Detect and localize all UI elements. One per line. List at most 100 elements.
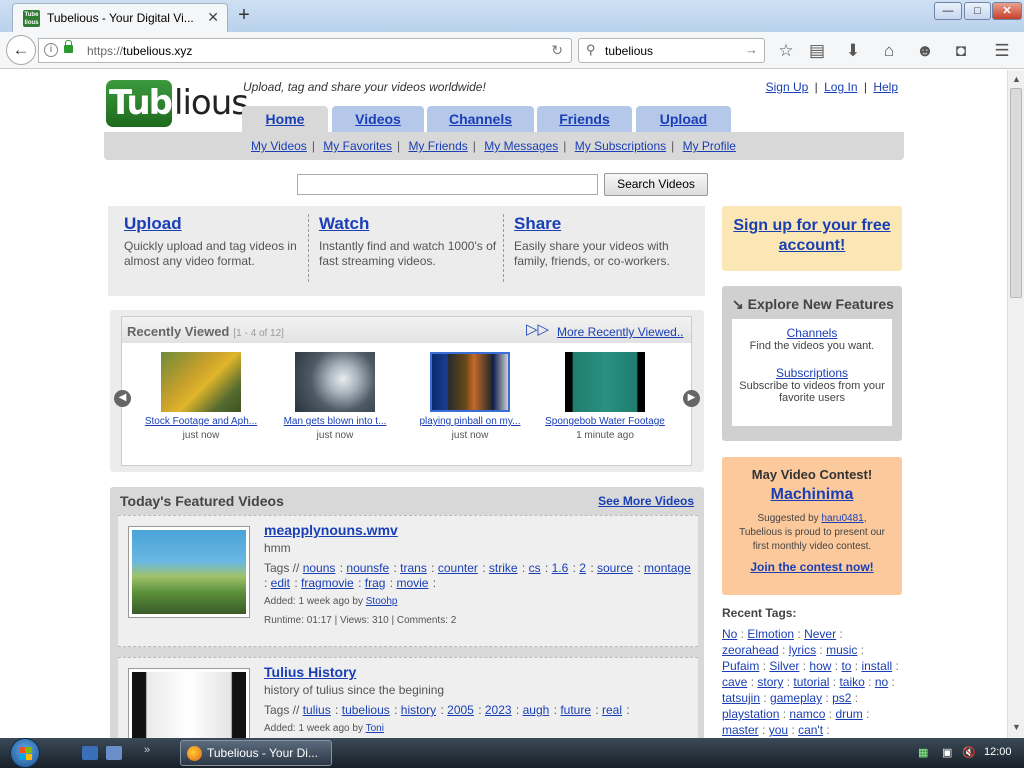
tab-videos[interactable]: Videos (332, 106, 424, 132)
tag-link[interactable]: lyrics (789, 643, 816, 657)
see-more-videos-link[interactable]: See More Videos (598, 494, 694, 508)
tag-link[interactable]: Never (804, 627, 836, 641)
browser-search-value[interactable]: tubelious (605, 44, 653, 58)
video-title-link[interactable]: meapplynouns.wmv (264, 522, 398, 538)
tab-home[interactable]: Home (242, 106, 328, 132)
tag-link[interactable]: tubelious (342, 703, 390, 717)
recent-item[interactable]: Spongebob Water Footage 1 minute ago (542, 352, 668, 441)
tag-link[interactable]: real (602, 703, 622, 717)
recent-item-title[interactable]: Spongebob Water Footage (542, 416, 668, 427)
video-thumbnail[interactable] (295, 352, 375, 412)
bookmarks-list-icon[interactable]: ▤ (806, 40, 828, 62)
tag-link[interactable]: history (401, 703, 436, 717)
tag-link[interactable]: namco (789, 707, 825, 721)
scrollbar-thumb[interactable] (1010, 88, 1022, 298)
tab-channels[interactable]: Channels (427, 106, 534, 132)
bookmark-star-icon[interactable]: ☆ (775, 40, 797, 62)
subnav-my-favorites[interactable]: My Favorites (323, 139, 392, 153)
tag-link[interactable]: counter (438, 561, 478, 575)
menu-hamburger-icon[interactable]: ☰ (991, 40, 1013, 62)
tag-link[interactable]: nounsfe (346, 561, 389, 575)
scroll-right-arrow-icon[interactable]: ▶ (683, 390, 700, 407)
tag-link[interactable]: No (722, 627, 737, 641)
browser-search-input[interactable]: ⚲ tubelious → (578, 38, 765, 63)
log-in-link[interactable]: Log In (824, 80, 857, 94)
tag-link[interactable]: you (769, 723, 788, 737)
chat-smiley-icon[interactable]: ☻ (914, 40, 936, 62)
tag-link[interactable]: to (841, 659, 851, 673)
tag-link[interactable]: master (722, 723, 759, 737)
tag-link[interactable]: zeorahead (722, 643, 779, 657)
tag-link[interactable]: Elmotion (747, 627, 794, 641)
video-thumbnail[interactable] (430, 352, 510, 412)
contest-name-link[interactable]: Machinima (771, 486, 854, 504)
tag-link[interactable]: augh (523, 703, 550, 717)
tag-link[interactable]: ps2 (832, 691, 851, 705)
intro-share-link[interactable]: Share (514, 214, 694, 234)
new-tab-button[interactable]: + (234, 4, 254, 27)
taskbar-firefox-window[interactable]: Tubelious - Your Di... (180, 740, 332, 766)
tray-window-icon[interactable]: ▣ (942, 746, 956, 760)
subnav-my-messages[interactable]: My Messages (484, 139, 558, 153)
start-button[interactable] (10, 738, 40, 768)
tag-link[interactable]: 2 (579, 561, 586, 575)
window-close-button[interactable]: ✕ (992, 2, 1022, 20)
volume-muted-icon[interactable]: 🔇 (962, 746, 976, 760)
video-thumbnail[interactable] (161, 352, 241, 412)
contest-user-link[interactable]: haru0481 (821, 513, 863, 524)
tag-link[interactable]: strike (489, 561, 518, 575)
sign-up-link[interactable]: Sign Up (766, 80, 809, 94)
system-clock[interactable]: 12:00 (984, 746, 1012, 758)
tag-link[interactable]: cs (529, 561, 541, 575)
tag-link[interactable]: fragmovie (301, 576, 354, 590)
recent-item-title[interactable]: Man gets blown into t... (272, 416, 398, 427)
tag-link[interactable]: tulius (303, 703, 331, 717)
tag-link[interactable]: Pufaim (722, 659, 759, 673)
tag-link[interactable]: 1.6 (552, 561, 569, 575)
intro-upload-link[interactable]: Upload (124, 214, 304, 234)
tag-link[interactable]: movie (396, 576, 428, 590)
page-scrollbar[interactable]: ▲ ▼ (1007, 70, 1024, 738)
tag-link[interactable]: tatsujin (722, 691, 760, 705)
info-icon[interactable]: i (44, 43, 58, 57)
tab-close-icon[interactable]: ✕ (207, 9, 219, 26)
recent-item[interactable]: Man gets blown into t... just now (272, 352, 398, 441)
tag-link[interactable]: taiko (839, 675, 864, 689)
author-link[interactable]: Toni (366, 723, 384, 734)
tab-upload[interactable]: Upload (636, 106, 731, 132)
subnav-my-subscriptions[interactable]: My Subscriptions (575, 139, 666, 153)
pocket-icon[interactable]: ◘ (950, 40, 972, 62)
home-icon[interactable]: ⌂ (878, 40, 900, 62)
more-recently-viewed-link[interactable]: More Recently Viewed.. (557, 325, 684, 339)
tag-link[interactable]: Silver (769, 659, 799, 673)
explore-channels-link[interactable]: Channels (732, 326, 892, 340)
subnav-my-profile[interactable]: My Profile (683, 139, 736, 153)
video-thumbnail[interactable] (565, 352, 645, 412)
video-title-link[interactable]: Tulius History (264, 664, 356, 680)
tag-link[interactable]: can't (798, 723, 823, 737)
window-maximize-button[interactable]: □ (964, 2, 991, 20)
tag-link[interactable]: install (861, 659, 892, 673)
show-desktop-icon[interactable] (82, 746, 98, 760)
tag-link[interactable]: drum (835, 707, 862, 721)
tag-link[interactable]: story (757, 675, 783, 689)
explore-subscriptions-link[interactable]: Subscriptions (732, 366, 892, 380)
tag-link[interactable]: future (560, 703, 591, 717)
signup-free-account-link[interactable]: Sign up for your free account! (733, 217, 890, 254)
tag-link[interactable]: no (875, 675, 888, 689)
search-go-arrow-icon[interactable]: → (745, 42, 758, 57)
video-thumbnail[interactable] (128, 526, 250, 618)
reload-icon[interactable]: ↻ (551, 42, 563, 59)
tag-link[interactable]: frag (365, 576, 386, 590)
window-minimize-button[interactable]: — (934, 2, 962, 20)
scroll-left-arrow-icon[interactable]: ◀ (114, 390, 131, 407)
url-text[interactable]: https://tubelious.xyz (87, 44, 192, 58)
tag-link[interactable]: cave (722, 675, 747, 689)
tag-link[interactable]: 2005 (447, 703, 474, 717)
back-arrow-icon[interactable]: ← (6, 35, 36, 65)
downloads-icon[interactable]: ⬇ (842, 40, 864, 62)
recent-item-title[interactable]: Stock Footage and Aph... (138, 416, 264, 427)
tag-link[interactable]: tutorial (793, 675, 829, 689)
tag-link[interactable]: 2023 (485, 703, 512, 717)
url-bar[interactable]: i https://tubelious.xyz ↻ (38, 38, 572, 63)
